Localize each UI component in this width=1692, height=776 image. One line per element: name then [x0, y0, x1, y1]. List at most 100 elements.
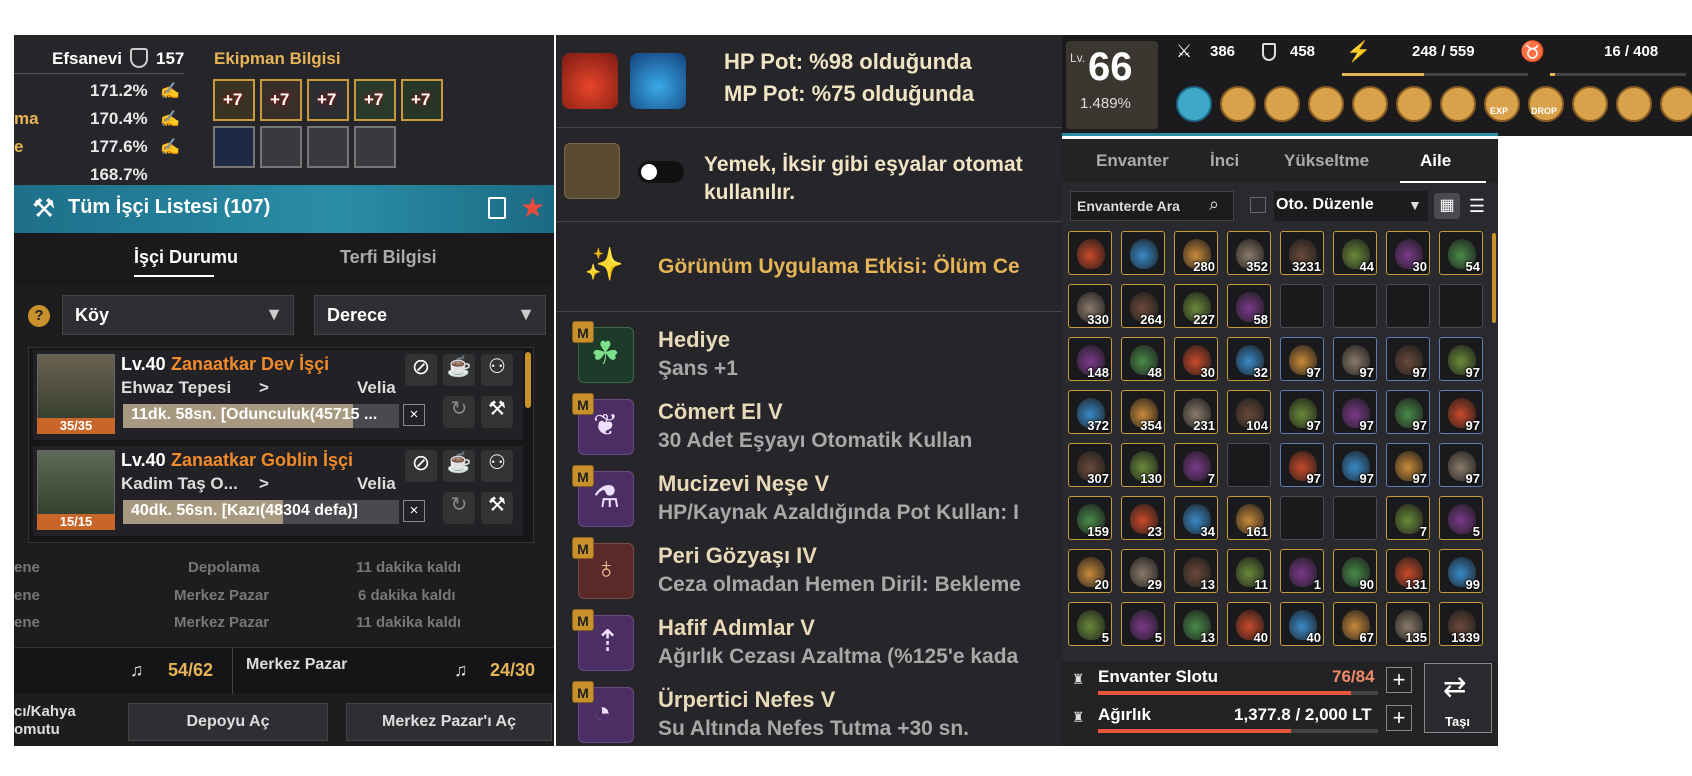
inventory-slot[interactable]: 97 — [1280, 443, 1324, 487]
inventory-slot[interactable]: 30 — [1386, 231, 1430, 275]
town-filter-select[interactable]: Köy ▼ — [62, 295, 294, 335]
rest-button[interactable]: ⊘ — [405, 450, 437, 482]
open-storage-button[interactable]: Depoyu Aç — [128, 703, 328, 741]
inventory-slot[interactable] — [1280, 496, 1324, 540]
worker-card[interactable]: 35/35 Lv.40 Zanaatkar Dev İşçi Ehwaz Tep… — [33, 350, 523, 440]
inventory-slot[interactable] — [1121, 231, 1165, 275]
inventory-slot[interactable]: 13 — [1174, 602, 1218, 646]
inventory-slot[interactable]: 97 — [1439, 390, 1483, 434]
inventory-slot[interactable] — [1439, 284, 1483, 328]
repeat-button[interactable]: ↻ — [443, 492, 475, 524]
pickaxe-button[interactable]: ⚒ — [481, 396, 513, 428]
inventory-slot[interactable]: 148 — [1068, 337, 1112, 381]
inventory-slot[interactable]: 97 — [1280, 390, 1324, 434]
document-icon[interactable] — [488, 197, 506, 219]
inventory-slot[interactable]: 97 — [1386, 337, 1430, 381]
inventory-slot[interactable]: 67 — [1333, 602, 1377, 646]
inventory-slot[interactable]: 97 — [1333, 337, 1377, 381]
inventory-slot[interactable] — [1068, 231, 1112, 275]
auto-sort-checkbox[interactable] — [1250, 197, 1266, 213]
inventory-slot[interactable]: 97 — [1280, 337, 1324, 381]
inventory-slot[interactable]: 23 — [1121, 496, 1165, 540]
drop-buff-icon[interactable]: DROP — [1528, 86, 1564, 122]
inventory-slot[interactable]: 97 — [1386, 443, 1430, 487]
inventory-slot[interactable]: 32 — [1227, 337, 1271, 381]
add-slot-button[interactable]: + — [1386, 667, 1412, 693]
inventory-slot[interactable]: 7 — [1174, 443, 1218, 487]
inventory-slot[interactable] — [1333, 284, 1377, 328]
fire-worker-button[interactable]: ⚇ — [481, 354, 513, 386]
inventory-slot[interactable]: 30 — [1174, 337, 1218, 381]
tab-inventory[interactable]: Envanter — [1096, 151, 1169, 171]
horse-icon[interactable] — [1440, 86, 1476, 122]
inventory-slot[interactable]: 130 — [1121, 443, 1165, 487]
move-items-button[interactable]: ⇄ Taşı — [1424, 663, 1492, 733]
equip-slot[interactable] — [213, 126, 255, 168]
inventory-slot[interactable]: 5 — [1068, 602, 1112, 646]
pickaxe-button[interactable]: ⚒ — [481, 492, 513, 524]
auto-sort-select[interactable]: Oto. Düzenle ▼ — [1274, 191, 1428, 221]
inventory-slot[interactable]: 231 — [1174, 390, 1218, 434]
inventory-slot[interactable]: 97 — [1386, 390, 1430, 434]
repeat-button[interactable]: ↻ — [443, 396, 475, 428]
inventory-slot[interactable]: 1 — [1280, 549, 1324, 593]
inventory-slot[interactable]: 11 — [1227, 549, 1271, 593]
equip-slot[interactable] — [354, 126, 396, 168]
inventory-slot[interactable]: 159 — [1068, 496, 1112, 540]
tab-promotion-info[interactable]: Terfi Bilgisi — [340, 247, 437, 268]
inventory-slot[interactable]: 90 — [1333, 549, 1377, 593]
inventory-slot[interactable]: 3231 — [1280, 231, 1324, 275]
reader-icon[interactable] — [1396, 86, 1432, 122]
inventory-slot[interactable]: 40 — [1280, 602, 1324, 646]
grid-view-icon[interactable]: ▦ — [1434, 193, 1460, 219]
inventory-slot[interactable]: 5 — [1121, 602, 1165, 646]
inventory-slot[interactable] — [1333, 496, 1377, 540]
inventory-slot[interactable]: 135 — [1386, 602, 1430, 646]
add-weight-button[interactable]: + — [1386, 705, 1412, 731]
inventory-slot[interactable]: 29 — [1121, 549, 1165, 593]
mp-potion-icon[interactable] — [630, 53, 686, 109]
auto-use-toggle[interactable] — [638, 161, 684, 183]
star-icon[interactable]: ★ — [520, 191, 545, 224]
inventory-slot[interactable]: 34 — [1174, 496, 1218, 540]
inventory-slot[interactable] — [1227, 443, 1271, 487]
feed-button[interactable]: ☕ — [443, 450, 475, 482]
equip-slot[interactable] — [307, 126, 349, 168]
magnifier-icon[interactable] — [1308, 86, 1344, 122]
inventory-slot[interactable]: 44 — [1333, 231, 1377, 275]
inventory-search-input[interactable]: Envanterde Ara ⌕ — [1070, 191, 1234, 221]
inventory-slot[interactable]: 1339 — [1439, 602, 1483, 646]
cancel-task-button[interactable]: × — [403, 404, 425, 426]
list-view-icon[interactable]: ☰ — [1464, 193, 1490, 219]
equip-slot[interactable]: +7 — [401, 79, 443, 121]
tab-upgrade[interactable]: Yükseltme — [1284, 151, 1369, 171]
scrollbar[interactable] — [525, 352, 531, 408]
inventory-slot[interactable]: 330 — [1068, 284, 1112, 328]
inventory-slot[interactable]: 20 — [1068, 549, 1112, 593]
equip-slot[interactable]: +7 — [307, 79, 349, 121]
tab-worker-status[interactable]: İşçi Durumu — [134, 247, 238, 268]
cancel-task-button[interactable]: × — [403, 500, 425, 522]
inventory-slot[interactable]: 97 — [1333, 390, 1377, 434]
fire-icon[interactable] — [1660, 86, 1692, 122]
ghost-icon[interactable] — [1616, 86, 1652, 122]
tab-family[interactable]: Aile — [1420, 151, 1451, 171]
fire-worker-button[interactable]: ⚇ — [481, 450, 513, 482]
equip-slot[interactable]: +7 — [354, 79, 396, 121]
feed-button[interactable]: ☕ — [443, 354, 475, 386]
rest-button[interactable]: ⊘ — [405, 354, 437, 386]
inventory-slot[interactable]: 97 — [1333, 443, 1377, 487]
inventory-slot[interactable]: 352 — [1227, 231, 1271, 275]
inventory-slot[interactable]: 161 — [1227, 496, 1271, 540]
inventory-slot[interactable]: 58 — [1227, 284, 1271, 328]
inventory-slot[interactable]: 13 — [1174, 549, 1218, 593]
bell-icon[interactable] — [1572, 86, 1608, 122]
equip-slot[interactable] — [260, 126, 302, 168]
tab-pearl[interactable]: İnci — [1210, 151, 1239, 171]
inventory-slot[interactable]: 99 — [1439, 549, 1483, 593]
inventory-slot[interactable]: 40 — [1227, 602, 1271, 646]
equip-slot[interactable]: +7 — [260, 79, 302, 121]
inventory-slot[interactable]: 280 — [1174, 231, 1218, 275]
inventory-slot[interactable]: 97 — [1439, 337, 1483, 381]
inventory-slot[interactable]: 97 — [1439, 443, 1483, 487]
